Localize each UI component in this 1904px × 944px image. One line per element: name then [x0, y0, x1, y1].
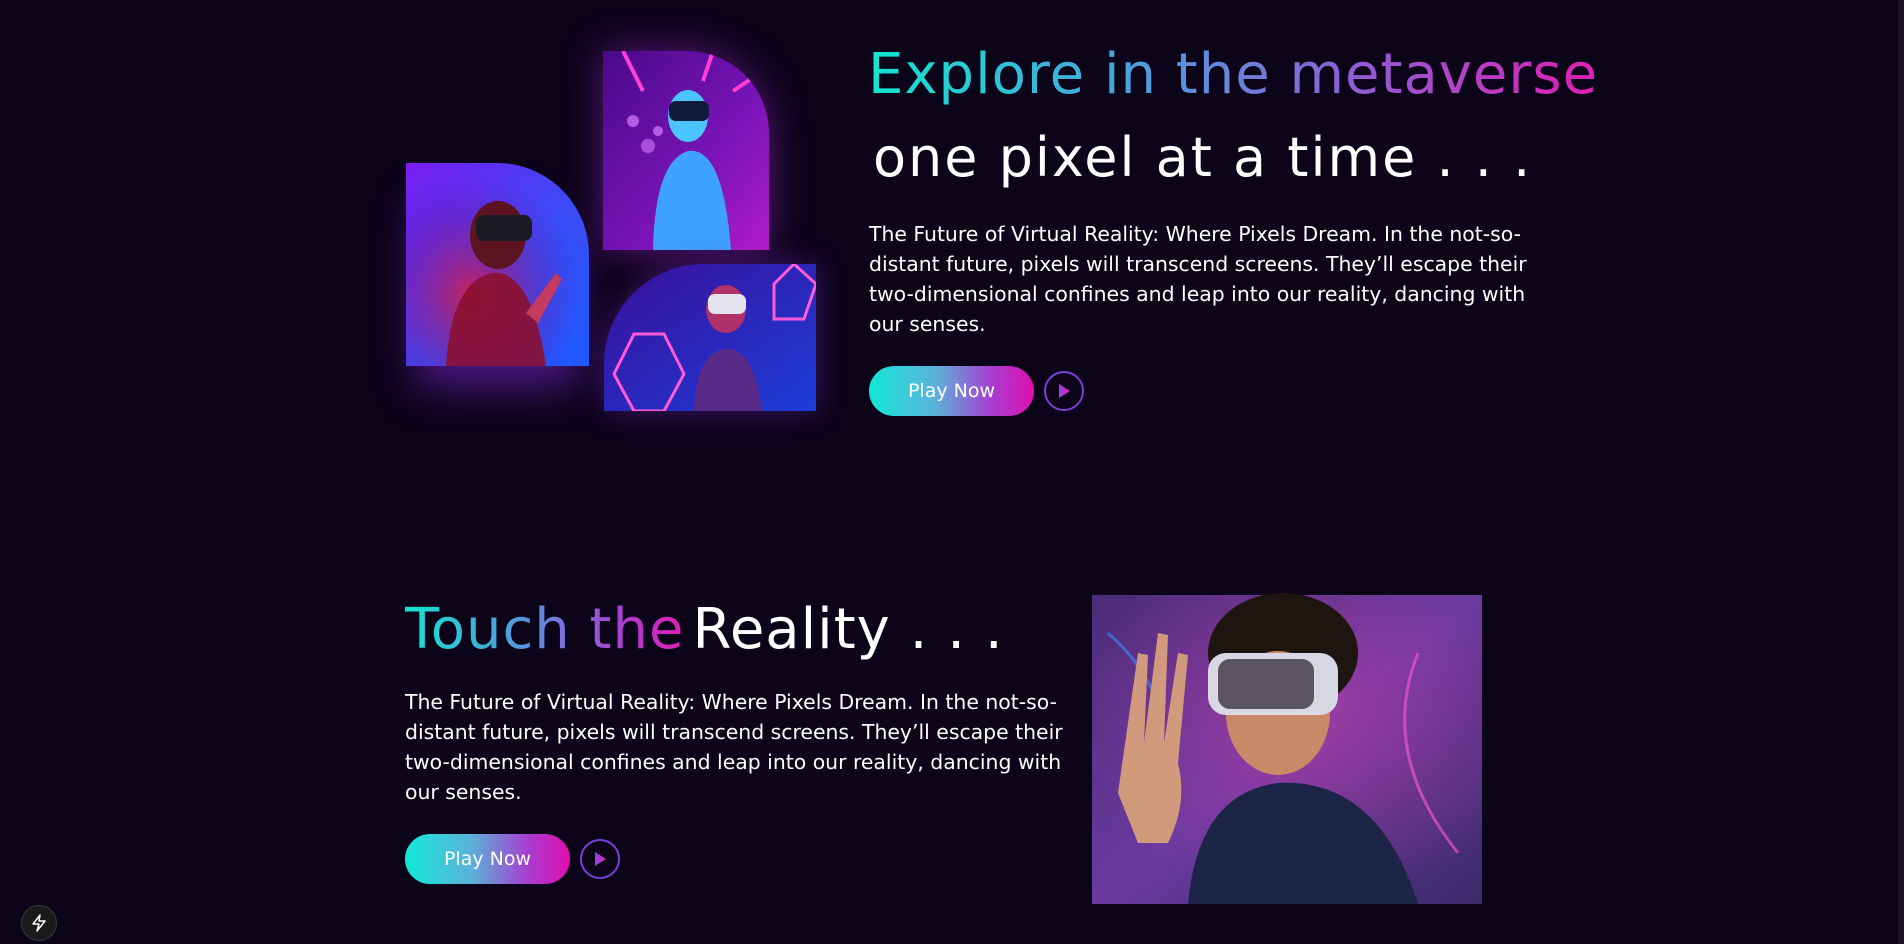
hero-play-now-button[interactable]: Play Now [869, 366, 1034, 416]
lightning-icon [32, 914, 46, 932]
touch-paragraph: The Future of Virtual Reality: Where Pix… [405, 690, 1063, 804]
touch-play-circle-button[interactable] [580, 839, 620, 879]
hero-title-line2: one pixel at a time . . . [873, 126, 1533, 189]
vr-person-neon-image [603, 51, 769, 250]
play-icon [1059, 384, 1070, 398]
hero-play-circle-button[interactable] [1044, 371, 1084, 411]
scrollbar-track[interactable] [1898, 0, 1904, 944]
play-icon [595, 852, 606, 866]
vr-man-red-image [406, 163, 589, 366]
touch-title: Touch the Reality . . . [405, 595, 1004, 665]
vr-woman-headset-image [1078, 593, 1482, 904]
vr-man-hexagon-image [604, 264, 816, 411]
touch-play-now-button[interactable]: Play Now [405, 834, 570, 884]
hero-paragraph: The Future of Virtual Reality: Where Pix… [869, 222, 1527, 336]
hero-image-collage [406, 51, 818, 411]
hero-title-line1: Explore in the metaverse [868, 40, 1598, 110]
dev-tools-badge[interactable] [21, 905, 57, 941]
touch-title-plain: Reality . . . [692, 597, 1004, 662]
touch-title-gradient: Touch the [405, 597, 685, 662]
